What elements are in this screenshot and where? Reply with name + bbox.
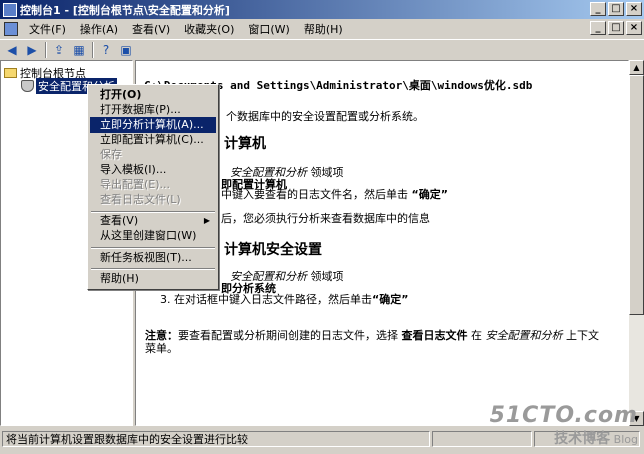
menu-item-open-database[interactable]: 打开数据库(P)... bbox=[90, 102, 216, 118]
menu-item-view-label: 查看(V) bbox=[100, 214, 139, 227]
bold-text: “确定” bbox=[372, 293, 409, 306]
menu-favorites[interactable]: 收藏夹(O) bbox=[177, 21, 241, 37]
menu-view[interactable]: 查看(V) bbox=[125, 21, 177, 37]
content-line: 中键入要查看的日志文件名，然后单击 “确定” bbox=[221, 186, 448, 202]
text-span: 3. 在对话框中键入日志文件路径，然后单击 bbox=[160, 293, 372, 306]
forward-arrow-icon[interactable]: ▶ bbox=[24, 42, 40, 58]
submenu-arrow-icon: ▶ bbox=[203, 216, 210, 225]
content-line: 后，您必须执行分析来查看数据库中的信息 bbox=[221, 212, 430, 225]
menu-bar: 文件(F) 操作(A) 查看(V) 收藏夹(O) 窗口(W) 帮助(H) bbox=[0, 19, 644, 38]
menu-item-new-window[interactable]: 从这里创建窗口(W) bbox=[90, 228, 216, 244]
minimize-button[interactable]: _ bbox=[590, 2, 606, 16]
note-line: 注意：要查看配置或分析期间创建的日志文件，选择 查看日志文件 在 安全配置和分析… bbox=[145, 327, 599, 343]
bold-text: “确定” bbox=[411, 188, 448, 201]
mdi-close-button[interactable]: × bbox=[626, 21, 642, 35]
menu-item-view[interactable]: 查看(V) ▶ bbox=[90, 213, 216, 229]
menu-separator bbox=[91, 247, 215, 249]
status-text: 将当前计算机设置跟数据库中的安全设置进行比较 bbox=[2, 431, 430, 447]
menu-action[interactable]: 操作(A) bbox=[73, 21, 125, 37]
menu-item-view-log[interactable]: 查看日志文件(L) bbox=[90, 192, 216, 208]
context-menu: 打开(O) 打开数据库(P)... 立即分析计算机(A)... 立即配置计算机(… bbox=[87, 84, 219, 290]
text-span: 在 bbox=[467, 329, 486, 342]
content-line: 3. 在对话框中键入日志文件路径，然后单击“确定” bbox=[160, 291, 408, 307]
menu-item-configure-computer[interactable]: 立即配置计算机(C)... bbox=[90, 132, 216, 148]
mdi-window-icon[interactable] bbox=[4, 21, 18, 36]
menu-window[interactable]: 窗口(W) bbox=[241, 21, 296, 37]
scroll-up-button[interactable]: ▲ bbox=[629, 60, 644, 75]
text-span: 要查看配置或分析期间创建的日志文件，选择 bbox=[178, 329, 402, 342]
properties-icon[interactable]: ▣ bbox=[118, 42, 134, 58]
help-icon[interactable]: ? bbox=[98, 42, 114, 58]
folder-icon bbox=[4, 68, 17, 78]
menu-item-help[interactable]: 帮助(H) bbox=[90, 271, 216, 287]
watermark-text: 技术博客 bbox=[554, 431, 611, 447]
mdi-restore-button[interactable]: □ bbox=[608, 21, 624, 35]
scroll-thumb[interactable] bbox=[629, 75, 644, 315]
text-span: 领域项 bbox=[307, 166, 344, 179]
mdi-minimize-button[interactable]: _ bbox=[590, 21, 606, 35]
security-config-icon bbox=[21, 80, 34, 92]
toolbar-divider bbox=[92, 42, 94, 58]
content-line: 个数据库中的安全设置配置或分析系统。 bbox=[226, 110, 424, 123]
text-span: 中键入要查看的日志文件名，然后单击 bbox=[221, 188, 412, 201]
close-button[interactable]: × bbox=[626, 2, 642, 16]
bold-text: 查看日志文件 bbox=[401, 329, 468, 342]
menu-file[interactable]: 文件(F) bbox=[22, 21, 73, 37]
back-arrow-icon[interactable]: ◀ bbox=[4, 42, 20, 58]
menu-item-save[interactable]: 保存 bbox=[90, 147, 216, 163]
section-heading: 计算机安全设置 bbox=[224, 242, 322, 258]
menu-item-export-template[interactable]: 导出配置(E)... bbox=[90, 177, 216, 193]
show-hide-tree-icon[interactable]: ▦ bbox=[71, 42, 87, 58]
toolbar: ◀ ▶ ⇪ ▦ ? ▣ bbox=[0, 39, 644, 60]
up-level-icon[interactable]: ⇪ bbox=[51, 42, 67, 58]
section-heading: 计算机 bbox=[224, 136, 266, 152]
menu-item-analyze-computer[interactable]: 立即分析计算机(A)... bbox=[90, 117, 216, 133]
menu-item-import-template[interactable]: 导入模板(I)... bbox=[90, 162, 216, 178]
italic-term: 安全配置和分析 bbox=[485, 329, 563, 342]
text-span: 上下文 bbox=[562, 329, 599, 342]
site-watermark: 51CTO.com 技术博客 Blog bbox=[490, 403, 638, 448]
watermark-subtitle: 技术博客 Blog bbox=[490, 428, 638, 448]
menu-separator bbox=[91, 268, 215, 270]
toolbar-divider bbox=[45, 42, 47, 58]
maximize-button[interactable]: □ bbox=[608, 2, 624, 16]
console-app-icon bbox=[3, 2, 17, 17]
vertical-scrollbar[interactable]: ▲ ▼ bbox=[629, 60, 644, 426]
menu-item-new-taskpad[interactable]: 新任务板视图(T)... bbox=[90, 250, 216, 266]
window-title: 控制台1 - [控制台根节点\安全配置和分析] bbox=[20, 3, 230, 17]
title-bar: 控制台1 - [控制台根节点\安全配置和分析] _ □ × bbox=[0, 0, 644, 19]
watermark-domain: 51CTO.com bbox=[489, 403, 638, 428]
text-span: 领域项 bbox=[307, 270, 344, 283]
note-line: 菜单。 bbox=[145, 342, 178, 355]
watermark-blog: Blog bbox=[613, 433, 638, 446]
menu-item-open[interactable]: 打开(O) bbox=[90, 87, 216, 103]
menu-help[interactable]: 帮助(H) bbox=[297, 21, 350, 37]
